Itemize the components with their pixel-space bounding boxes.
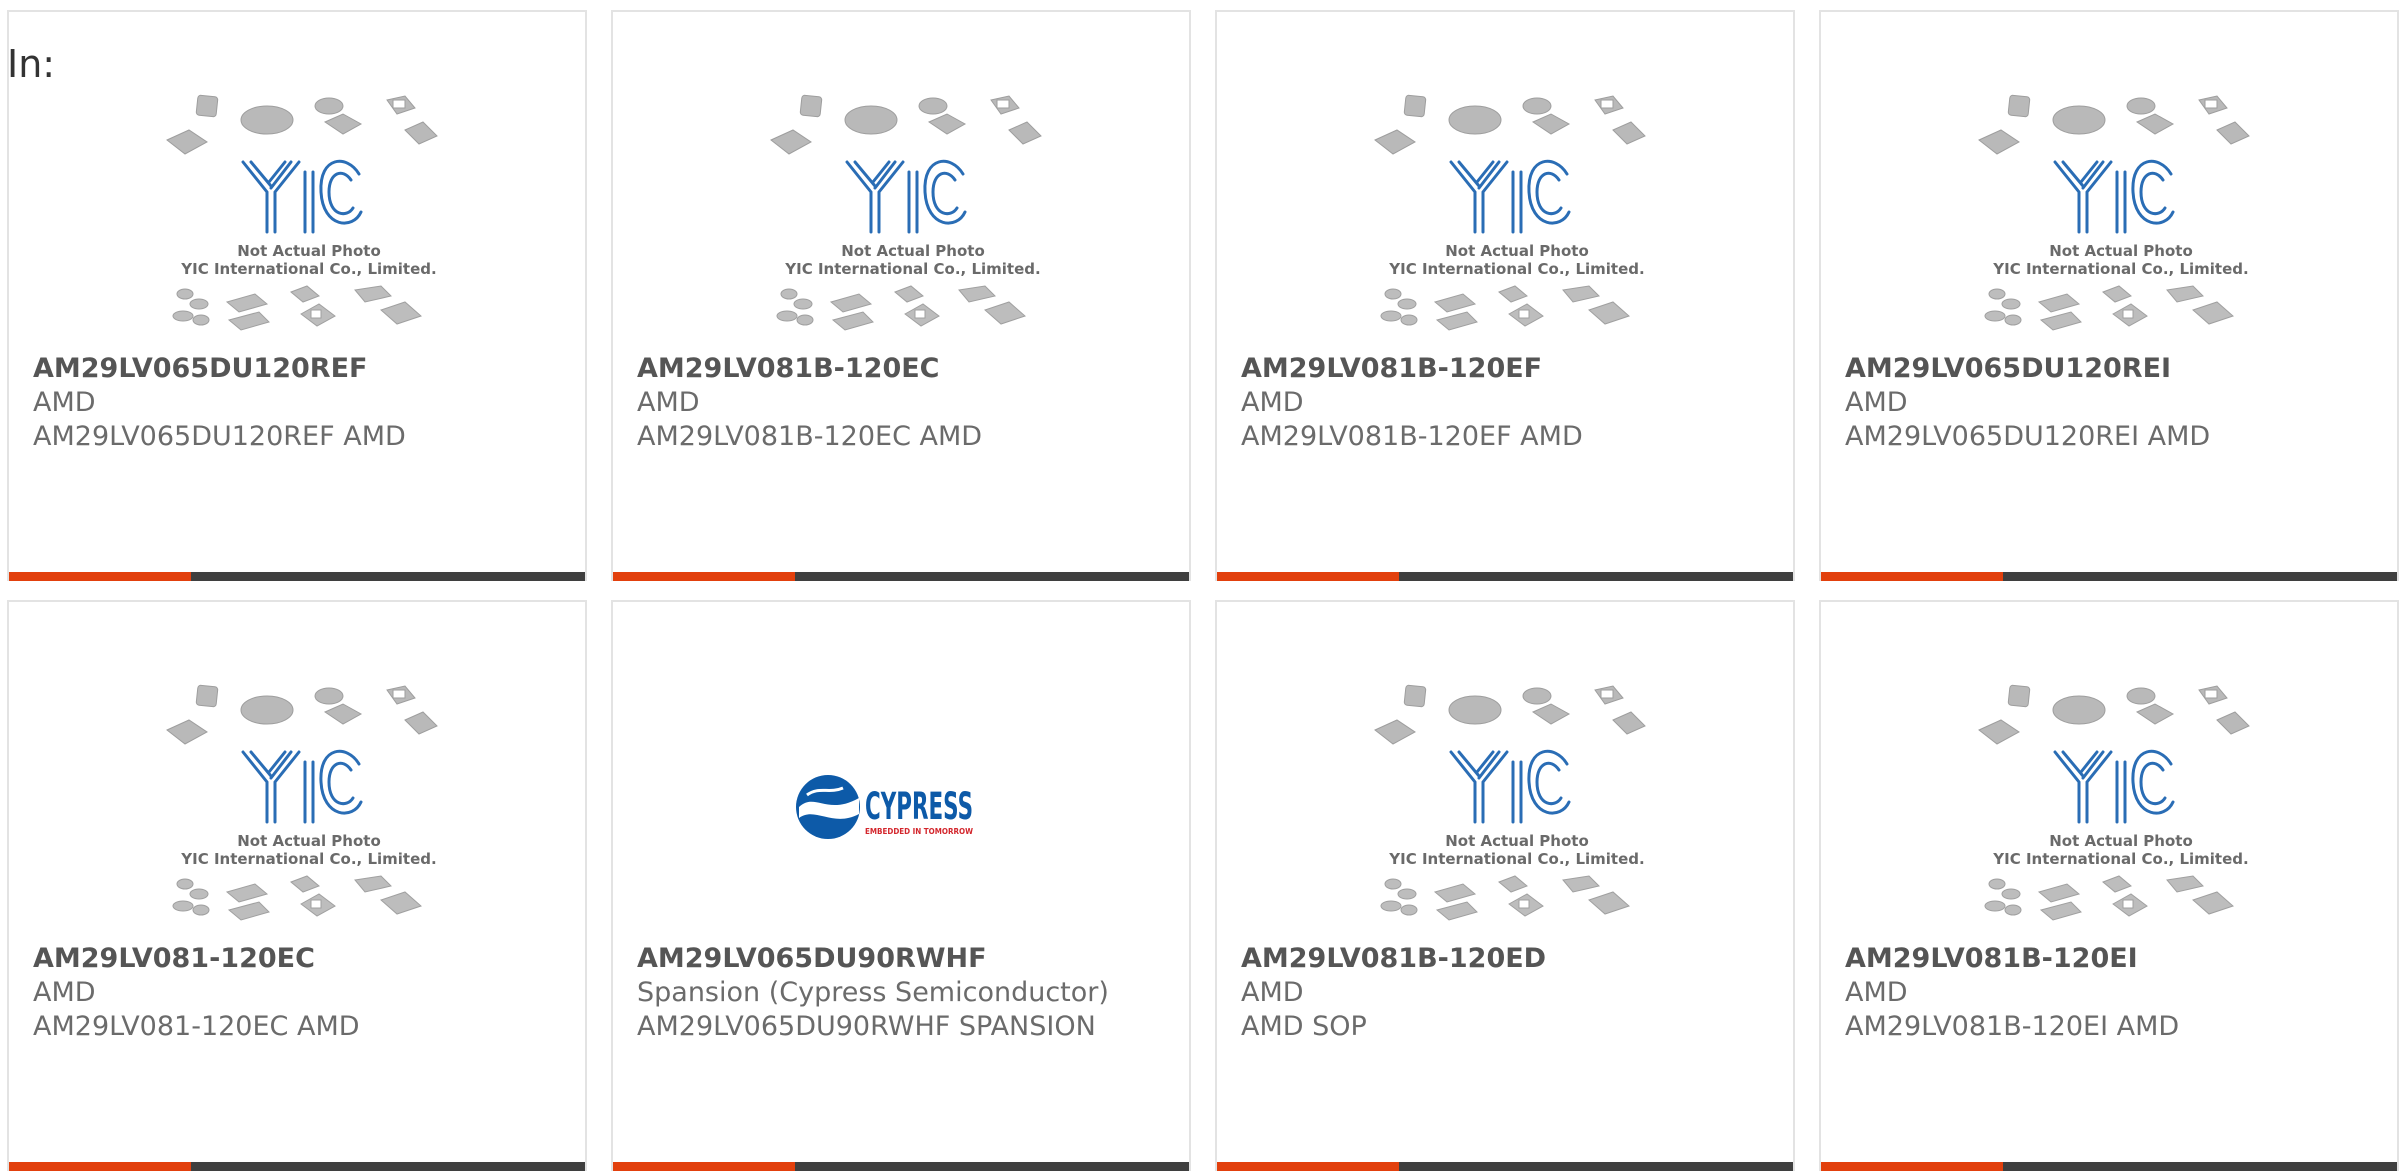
manufacturer: AMD — [1845, 977, 1908, 1008]
part-number[interactable]: AM29LV065DU90RWHF — [637, 942, 1167, 976]
description: AM29LV081-120EC AMD — [33, 1011, 360, 1042]
card-bottom-bar — [1217, 572, 1793, 581]
product-card[interactable]: AM29LV081B-120ED AMD AMD SOP — [1215, 600, 1795, 1171]
part-number[interactable]: AM29LV065DU120REF — [33, 352, 563, 386]
product-placeholder-image — [159, 92, 459, 342]
card-bottom-bar — [9, 572, 585, 581]
part-number[interactable]: AM29LV065DU120REI — [1845, 352, 2375, 386]
product-placeholder-image — [1367, 682, 1667, 932]
product-info: AM29LV065DU120REI AMD AM29LV065DU120REI … — [1845, 352, 2375, 454]
part-number[interactable]: AM29LV081B-120ED — [1241, 942, 1771, 976]
description: AMD SOP — [1241, 1011, 1367, 1042]
manufacturer: AMD — [33, 387, 96, 418]
product-placeholder-image — [159, 682, 459, 932]
card-accent — [613, 572, 795, 581]
card-accent — [9, 572, 191, 581]
product-placeholder-image — [1367, 92, 1667, 342]
card-accent — [1217, 572, 1399, 581]
manufacturer: AMD — [637, 387, 700, 418]
product-placeholder-image — [763, 92, 1063, 342]
manufacturer: AMD — [33, 977, 96, 1008]
description: AM29LV081B-120EI AMD — [1845, 1011, 2180, 1042]
svg-text:EMBEDDED IN TOMORROW: EMBEDDED IN TOMORROW — [865, 827, 973, 836]
manufacturer: AMD — [1241, 387, 1304, 418]
svg-text:CYPRESS: CYPRESS — [865, 785, 973, 828]
product-info: AM29LV065DU120REF AMD AM29LV065DU120REF … — [33, 352, 563, 454]
manufacturer: Spansion (Cypress Semiconductor) — [637, 977, 1109, 1008]
product-card[interactable]: AM29LV065DU120REF AMD AM29LV065DU120REF … — [7, 10, 587, 581]
manufacturer: AMD — [1241, 977, 1304, 1008]
product-card[interactable]: AM29LV081-120EC AMD AM29LV081-120EC AMD — [7, 600, 587, 1171]
product-info: AM29LV065DU90RWHF Spansion (Cypress Semi… — [637, 942, 1167, 1044]
description: AM29LV065DU90RWHF SPANSION — [637, 1011, 1096, 1042]
description: AM29LV065DU120REF AMD — [33, 421, 406, 452]
product-card[interactable]: AM29LV081B-120EC AMD AM29LV081B-120EC AM… — [611, 10, 1191, 581]
product-info: AM29LV081-120EC AMD AM29LV081-120EC AMD — [33, 942, 563, 1044]
card-bottom-bar — [1821, 572, 2397, 581]
product-info: AM29LV081B-120EI AMD AM29LV081B-120EI AM… — [1845, 942, 2375, 1044]
product-info: AM29LV081B-120EF AMD AM29LV081B-120EF AM… — [1241, 352, 1771, 454]
product-card[interactable]: AM29LV081B-120EF AMD AM29LV081B-120EF AM… — [1215, 10, 1795, 581]
description: AM29LV081B-120EC AMD — [637, 421, 983, 452]
product-info: AM29LV081B-120ED AMD AMD SOP — [1241, 942, 1771, 1044]
product-card[interactable]: AM29LV081B-120EI AMD AM29LV081B-120EI AM… — [1819, 600, 2399, 1171]
part-number[interactable]: AM29LV081B-120EC — [637, 352, 1167, 386]
product-placeholder-image — [1971, 682, 2271, 932]
part-number[interactable]: AM29LV081-120EC — [33, 942, 563, 976]
manufacturer: AMD — [1845, 387, 1908, 418]
product-placeholder-image — [1971, 92, 2271, 342]
product-card[interactable]: CYPRESS EMBEDDED IN TOMORROW AM29LV065DU… — [611, 600, 1191, 1171]
card-bottom-bar — [613, 572, 1189, 581]
card-accent — [1821, 572, 2003, 581]
part-number[interactable]: AM29LV081B-120EF — [1241, 352, 1771, 386]
product-info: AM29LV081B-120EC AMD AM29LV081B-120EC AM… — [637, 352, 1167, 454]
description: AM29LV081B-120EF AMD — [1241, 421, 1583, 452]
description: AM29LV065DU120REI AMD — [1845, 421, 2211, 452]
part-number[interactable]: AM29LV081B-120EI — [1845, 942, 2375, 976]
product-card[interactable]: AM29LV065DU120REI AMD AM29LV065DU120REI … — [1819, 10, 2399, 581]
in-label: In: — [7, 42, 56, 86]
cypress-logo: CYPRESS EMBEDDED IN TOMORROW — [796, 775, 973, 839]
